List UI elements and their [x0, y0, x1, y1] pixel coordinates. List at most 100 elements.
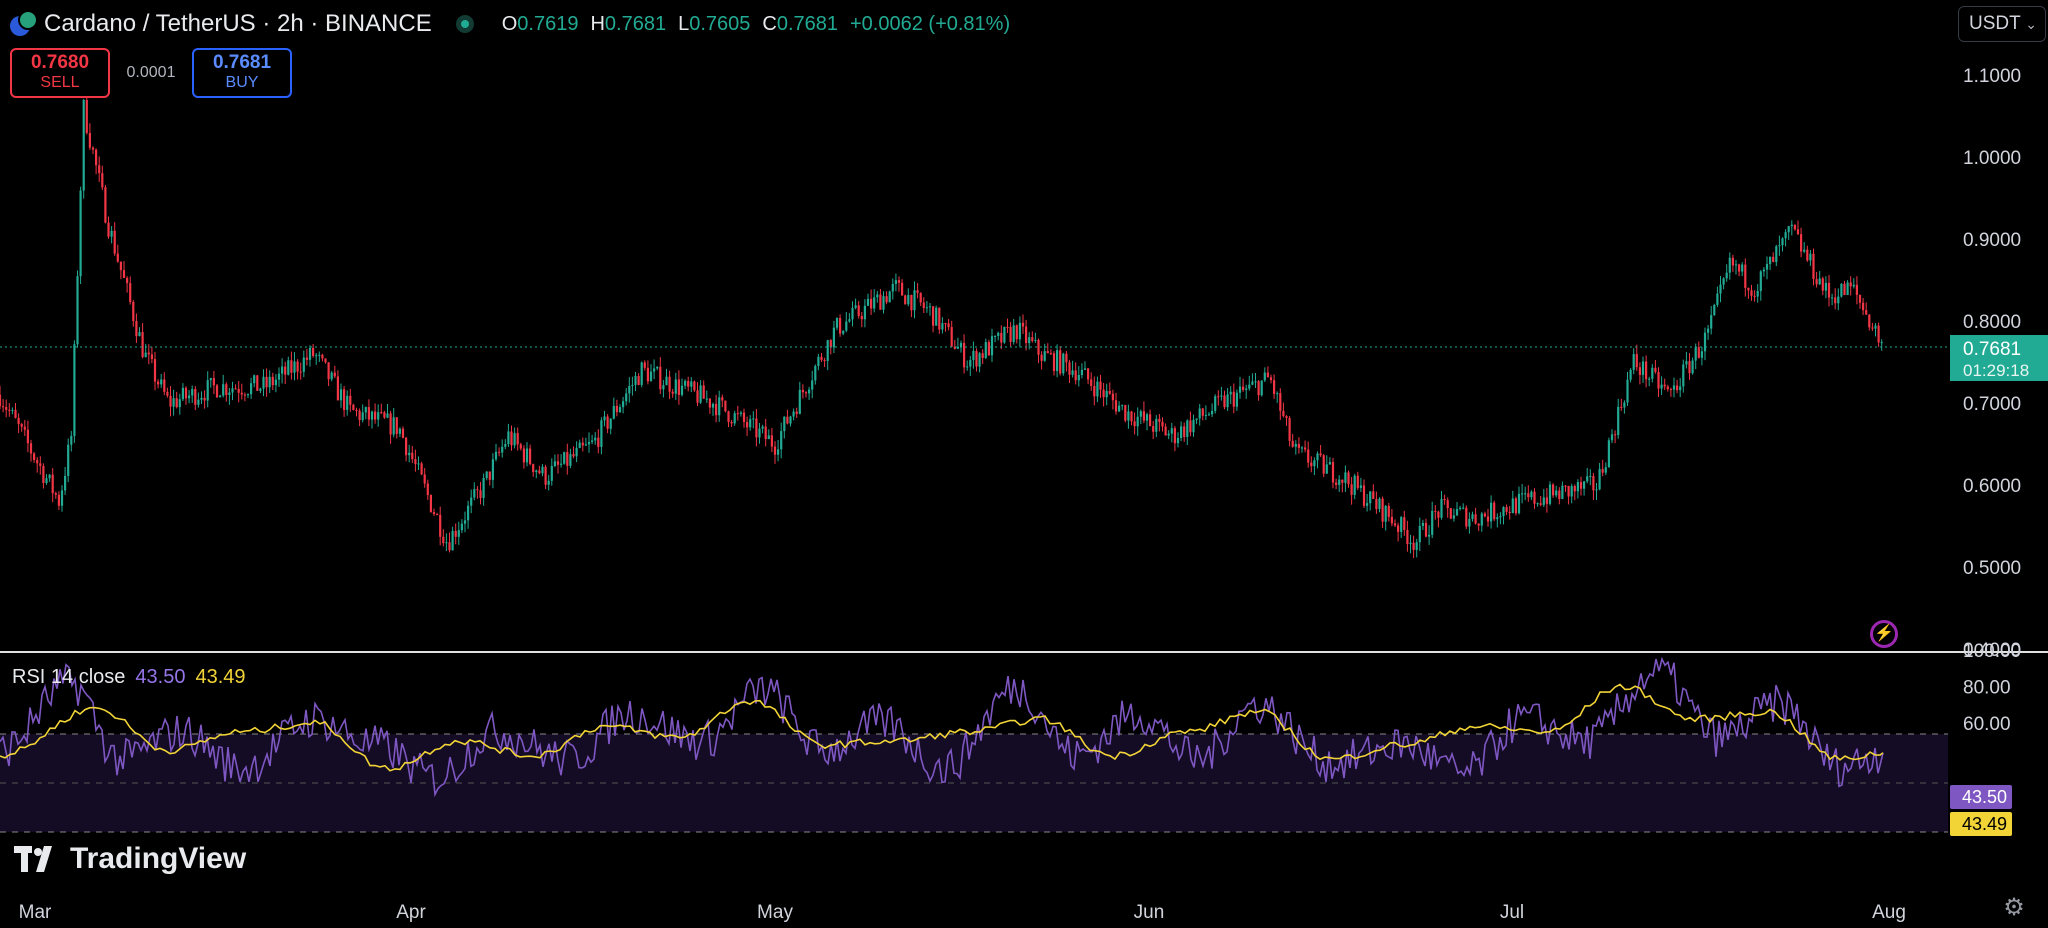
candle-body — [1595, 489, 1598, 491]
candle-body — [1790, 224, 1793, 227]
candle-body — [1012, 325, 1015, 342]
currency-selector[interactable]: USDT ⌄ — [1958, 6, 2046, 42]
candle-body — [718, 397, 721, 416]
candle-body — [916, 290, 919, 293]
candle-body — [1167, 433, 1170, 436]
candle-body — [1632, 354, 1635, 370]
candle-body — [603, 416, 606, 421]
candle-body — [1812, 253, 1815, 280]
candle-body — [584, 444, 587, 446]
candle-body — [739, 412, 742, 414]
candle-body — [1583, 481, 1586, 489]
candle-body — [659, 366, 662, 390]
symbol-title[interactable]: Cardano / TetherUS · 2h · BINANCE — [44, 10, 432, 38]
candle-body — [1781, 238, 1784, 246]
candle-body — [1251, 381, 1254, 385]
candle-body — [600, 420, 603, 447]
candle-body — [901, 282, 904, 296]
candle-body — [1338, 479, 1341, 485]
candle-body — [91, 147, 95, 150]
last-price-value: 0.7681 — [1963, 339, 2021, 360]
candle-body — [594, 437, 597, 441]
candle-body — [1610, 434, 1614, 441]
last-price-countdown: 01:29:18 — [1963, 361, 2029, 380]
candle-body — [668, 376, 671, 392]
candle-body — [1102, 389, 1105, 398]
candle-body — [1505, 507, 1508, 512]
candle-body — [1093, 385, 1096, 397]
candle-body — [1800, 234, 1803, 252]
candle-body — [733, 413, 736, 424]
candle-body — [504, 444, 507, 447]
candle-body — [786, 416, 789, 424]
candle-body — [181, 387, 184, 400]
candle-body — [773, 446, 777, 455]
rsi-ma-value-text: 43.49 — [1962, 814, 2007, 834]
candle-body — [1204, 414, 1207, 416]
rsi-name[interactable]: RSI 14 close — [12, 666, 125, 689]
buy-button[interactable]: 0.7681 BUY — [192, 48, 292, 98]
candle-body — [107, 222, 110, 237]
candle-body — [85, 100, 88, 134]
candle-body — [36, 459, 39, 464]
candle-body — [677, 379, 680, 395]
candle-body — [563, 452, 566, 464]
candle-body — [234, 388, 237, 390]
candle-body — [104, 187, 107, 223]
candle-body — [184, 387, 188, 399]
candle-body — [1173, 428, 1176, 444]
chart-canvas[interactable]: 1.1000 1.0000 0.9000 0.8000 0.7000 0.6000 0.50… — [0, 0, 2048, 928]
candle-body — [188, 395, 191, 399]
candle-body — [1827, 282, 1831, 298]
market-status-icon[interactable] — [455, 15, 474, 33]
candle-body — [1087, 368, 1090, 380]
candle-body — [792, 411, 795, 417]
candle-body — [414, 459, 417, 465]
candle-body — [1025, 326, 1028, 344]
candle-body — [1564, 485, 1567, 487]
price-candles — [0, 95, 1883, 558]
candle-body — [742, 412, 746, 422]
candle-body — [1341, 479, 1344, 483]
candle-body — [1372, 491, 1375, 499]
candle-body — [39, 463, 42, 466]
candle-body — [377, 412, 380, 420]
candle-body — [501, 446, 504, 453]
candle-body — [860, 315, 863, 320]
candle-body — [1211, 410, 1214, 415]
candle-body — [994, 335, 997, 337]
candle-body — [383, 412, 386, 418]
candle-body — [1694, 347, 1697, 361]
candle-body — [1862, 302, 1865, 311]
candle-body — [932, 306, 935, 326]
candle-body — [318, 354, 321, 356]
candle-body — [1415, 542, 1418, 550]
candle-body — [1536, 503, 1539, 505]
sell-button[interactable]: 0.7680 SELL — [10, 48, 110, 98]
candle-body — [1558, 490, 1561, 499]
candle-body — [1040, 354, 1043, 361]
candle-body — [1490, 502, 1493, 522]
candle-body — [1641, 361, 1645, 375]
currency-label: USDT — [1969, 13, 2021, 34]
candle-body — [1710, 315, 1713, 329]
candle-body — [448, 542, 451, 551]
price-tick-label: 1.0000 — [1963, 148, 2021, 169]
tradingview-logo-icon — [14, 846, 52, 872]
candle-body — [141, 332, 144, 358]
candle-body — [966, 366, 969, 368]
candle-body — [101, 173, 104, 188]
candle-body — [550, 466, 553, 481]
ohlc-close-label: C — [762, 12, 777, 35]
candle-body — [1362, 485, 1366, 506]
candle-body — [160, 379, 163, 385]
candle-body — [361, 412, 364, 421]
candle-body — [1328, 462, 1331, 465]
flash-icon[interactable]: ⚡ — [1870, 620, 1898, 648]
candle-body — [1021, 322, 1025, 327]
candle-body — [1145, 414, 1149, 421]
gear-icon[interactable]: ⚙ — [2002, 896, 2026, 920]
candle-body — [88, 133, 91, 148]
candle-body — [1028, 337, 1031, 344]
candle-body — [411, 452, 414, 460]
